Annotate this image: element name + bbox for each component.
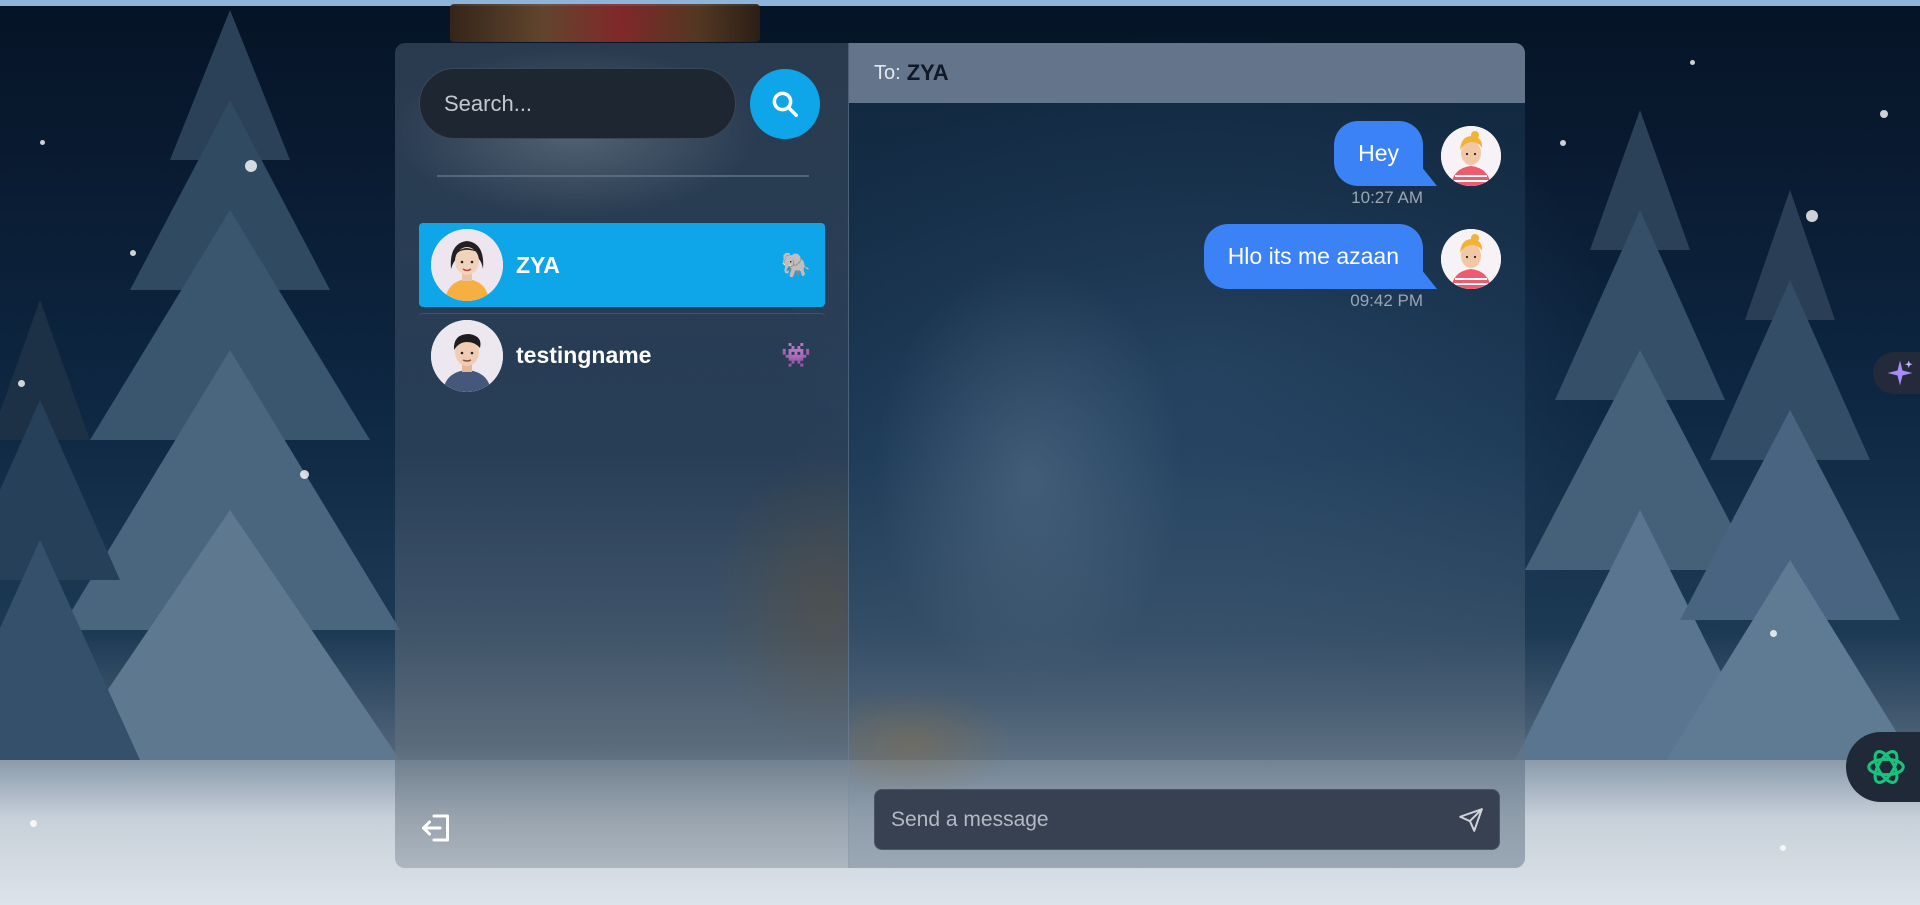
avatar — [1441, 126, 1501, 186]
sleigh-decoration — [450, 4, 760, 42]
message-bubble: Hlo its me azaan — [1203, 224, 1438, 289]
chat-header: To: ZYA — [849, 43, 1525, 103]
search-button[interactable] — [750, 68, 820, 139]
conversation-emoji: 🐘 — [781, 251, 811, 279]
message-composer — [874, 789, 1500, 850]
to-label: To: — [874, 61, 901, 84]
message-input[interactable] — [875, 790, 1443, 849]
send-icon — [1459, 807, 1483, 832]
chat-app: ZYA 🐘 testingname — [395, 43, 1525, 868]
conversation-emoji: 👾 — [781, 342, 811, 369]
sidebar-divider — [437, 175, 809, 177]
snowflake — [1560, 140, 1566, 146]
message-time: 10:27 AM — [1351, 188, 1423, 207]
avatar-sender-icon — [1441, 229, 1501, 289]
recipient-name: ZYA — [906, 60, 949, 85]
snowflake — [300, 470, 309, 479]
avatar-male-icon — [431, 319, 503, 392]
search-bar — [419, 68, 820, 139]
send-button[interactable] — [1443, 792, 1499, 848]
snowflake — [18, 380, 25, 387]
conversation-name: testingname — [516, 342, 652, 368]
snowflake — [245, 160, 257, 172]
snowflake — [40, 140, 45, 145]
pine-tree-far-right — [1660, 190, 1920, 770]
browser-top-bar — [0, 0, 1920, 6]
search-input[interactable] — [419, 68, 736, 139]
message-list: Hey 10:27 AM Hlo its me azaan 09:42 PM — [851, 121, 1501, 327]
avatar — [431, 229, 503, 301]
conversation-name: ZYA — [516, 251, 560, 278]
message-bubble: Hey — [1334, 121, 1437, 186]
avatar — [431, 319, 503, 392]
search-icon — [772, 91, 798, 117]
openai-icon — [1867, 750, 1905, 784]
pine-tree-far-left — [0, 300, 140, 760]
message-time: 09:42 PM — [1350, 291, 1423, 310]
snowflake — [1690, 60, 1695, 65]
snowflake — [130, 250, 136, 256]
avatar-sender-icon — [1441, 126, 1501, 186]
assistant-extension-button[interactable] — [1846, 732, 1920, 802]
conversation-item-testingname[interactable]: testingname 👾 — [419, 313, 825, 397]
logout-button[interactable] — [419, 810, 455, 846]
sparkle-icon — [1887, 360, 1913, 386]
snowflake — [1806, 210, 1818, 222]
message: Hlo its me azaan 09:42 PM — [851, 224, 1501, 313]
snowflake — [1780, 845, 1786, 851]
avatar-female-icon — [431, 229, 503, 301]
sidebar: ZYA 🐘 testingname — [395, 43, 849, 868]
chat-panel: To: ZYA Hey 10:27 AM Hlo its me azaan 09… — [849, 43, 1525, 868]
snowflake — [1880, 110, 1888, 118]
logout-icon — [422, 814, 449, 842]
snowflake — [30, 820, 37, 827]
conversation-list: ZYA 🐘 testingname 👾 — [419, 223, 825, 403]
conversation-item-zya[interactable]: ZYA 🐘 — [419, 223, 825, 307]
snowflake — [1770, 630, 1777, 637]
message: Hey 10:27 AM — [851, 121, 1501, 210]
avatar — [1441, 229, 1501, 289]
sparkle-extension-button[interactable] — [1873, 352, 1920, 394]
